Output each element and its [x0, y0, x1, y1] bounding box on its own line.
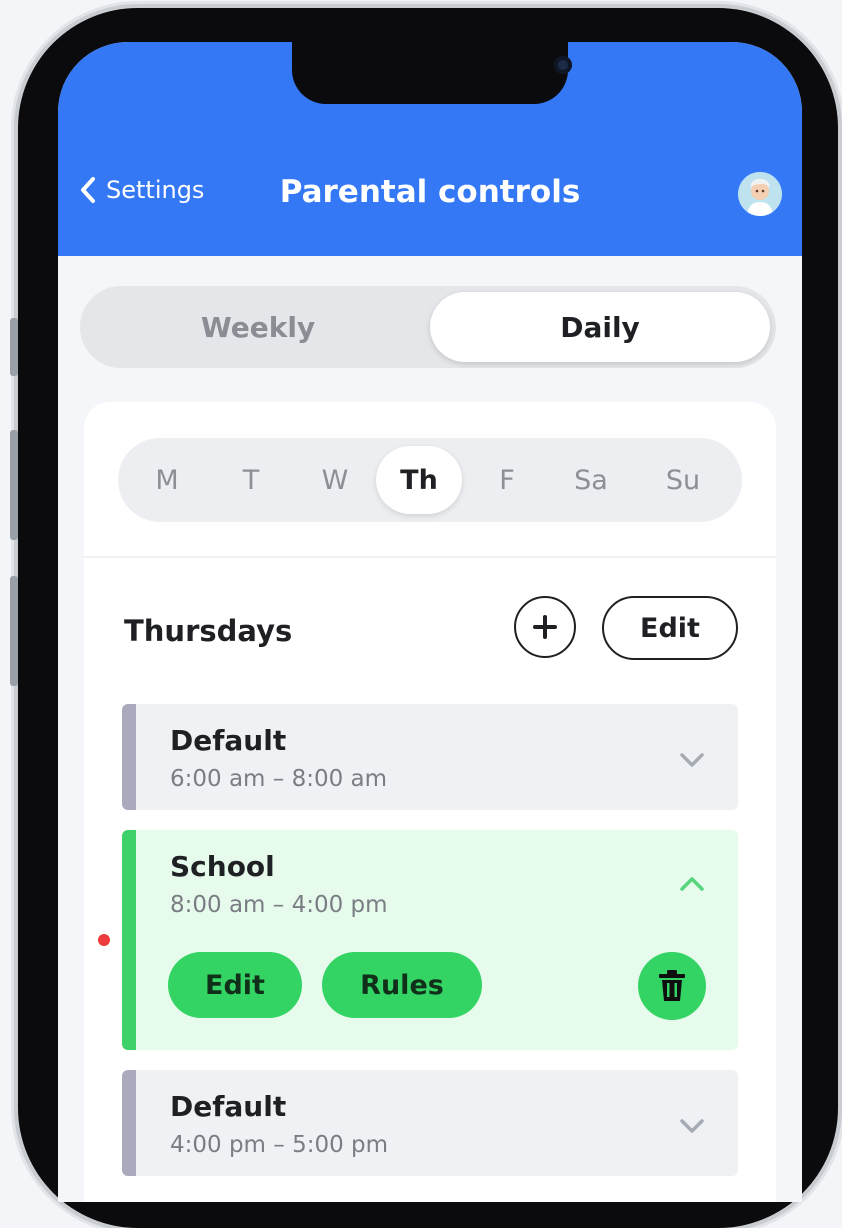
block-accent-bar [122, 1070, 136, 1176]
notch [292, 42, 572, 104]
add-block-button[interactable] [514, 596, 576, 658]
screen: Settings Parental controls Weekly Daily … [58, 42, 802, 1202]
tab-weekly[interactable]: Weekly [88, 292, 428, 362]
mute-switch [10, 318, 18, 376]
day-tuesday[interactable]: T [208, 446, 294, 514]
day-wednesday[interactable]: W [292, 446, 378, 514]
divider [84, 556, 776, 558]
block-name: Default [170, 1090, 287, 1123]
app-header: Settings Parental controls [58, 42, 802, 256]
schedule-card: M T W Th F Sa Su Thursdays Edit Default … [84, 402, 776, 1202]
plus-icon [533, 615, 557, 639]
trash-icon [659, 970, 685, 1001]
schedule-block[interactable]: Default 6:00 am – 8:00 am [122, 704, 738, 810]
chevron-down-icon[interactable] [678, 1116, 706, 1136]
front-camera [554, 56, 572, 74]
rules-button[interactable]: Rules [322, 952, 482, 1018]
chevron-up-icon[interactable] [678, 874, 706, 894]
block-accent-bar [122, 830, 136, 1050]
view-toggle: Weekly Daily [80, 286, 776, 368]
block-accent-bar [122, 704, 136, 810]
block-time: 6:00 am – 8:00 am [170, 766, 388, 792]
chevron-down-icon[interactable] [678, 750, 706, 770]
volume-up-button [10, 430, 18, 540]
page-title: Parental controls [279, 174, 581, 210]
current-time-indicator [98, 934, 110, 946]
block-time: 8:00 am – 4:00 pm [170, 892, 388, 918]
section-title: Thursdays [124, 614, 293, 648]
delete-block-button[interactable] [638, 952, 706, 1020]
schedule-block[interactable]: Default 4:00 pm – 5:00 pm [122, 1070, 738, 1176]
block-name: Default [170, 724, 287, 757]
day-selector: M T W Th F Sa Su [118, 438, 742, 522]
block-time: 4:00 pm – 5:00 pm [170, 1132, 389, 1158]
volume-down-button [10, 576, 18, 686]
user-avatar-icon [738, 172, 782, 216]
day-friday[interactable]: F [464, 446, 550, 514]
day-saturday[interactable]: Sa [548, 446, 634, 514]
schedule-block-expanded[interactable]: School 8:00 am – 4:00 pm Edit Rules [122, 830, 738, 1050]
day-thursday[interactable]: Th [376, 446, 462, 514]
avatar[interactable] [738, 172, 782, 216]
edit-schedule-button[interactable]: Edit [602, 596, 738, 660]
edit-block-button[interactable]: Edit [168, 952, 302, 1018]
tab-daily[interactable]: Daily [430, 292, 770, 362]
day-sunday[interactable]: Su [640, 446, 726, 514]
block-name: School [170, 850, 275, 883]
day-monday[interactable]: M [124, 446, 210, 514]
